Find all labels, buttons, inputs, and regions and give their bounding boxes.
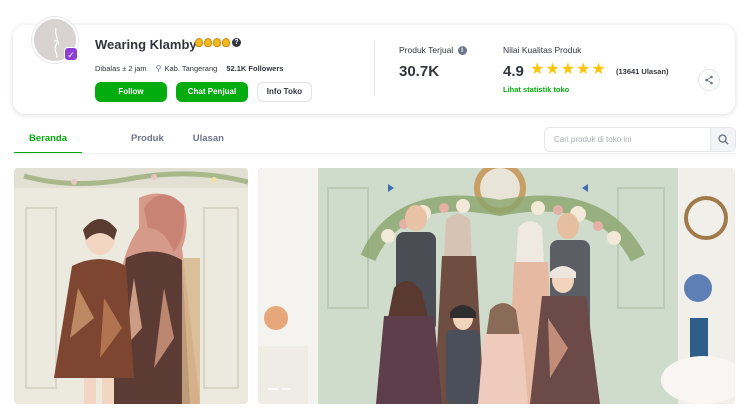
- shop-tabs: Beranda Produk Ulasan: [14, 125, 239, 154]
- products-sold-label: Produk Terjual i: [399, 45, 467, 56]
- follow-button[interactable]: Follow: [95, 82, 167, 102]
- banner-photo-family: [258, 168, 735, 404]
- share-icon: [705, 75, 713, 85]
- info-icon[interactable]: i: [457, 46, 467, 56]
- tab-ulasan[interactable]: Ulasan: [179, 125, 239, 154]
- search-icon: [717, 134, 729, 145]
- promo-banner-left[interactable]: [14, 168, 248, 404]
- star-icon: ★: [576, 61, 591, 78]
- review-count: (13641 Ulasan): [616, 67, 669, 76]
- shop-header-card: ✓ Wearing Klamby ? Dibalas ± 2 jam ⚲ Kab…: [13, 17, 735, 114]
- shop-meta: Dibalas ± 2 jam ⚲ Kab. Tangerang 52.1K F…: [95, 64, 283, 73]
- shop-search: [544, 127, 736, 152]
- shop-name: Wearing Klamby: [95, 37, 197, 52]
- star-icon: ★: [560, 61, 576, 78]
- search-input[interactable]: [545, 128, 711, 151]
- products-sold-label-text: Produk Terjual: [399, 45, 454, 55]
- chat-seller-button[interactable]: Chat Penjual: [176, 82, 248, 102]
- shop-location: Kab. Tangerang: [164, 64, 218, 73]
- search-button[interactable]: [710, 128, 735, 151]
- official-store-badge-icon: ✓: [64, 47, 78, 61]
- location-pin-icon: ⚲: [155, 64, 162, 73]
- response-time: Dibalas ± 2 jam: [95, 64, 147, 73]
- header-divider: [374, 41, 375, 96]
- medal-icon: [213, 38, 221, 47]
- star-icon: ★: [530, 61, 545, 78]
- carousel-dot-2[interactable]: [281, 388, 291, 390]
- rating-stars: ★ ★ ★ ★ ★: [530, 62, 606, 78]
- followers-count: 52.1K Followers: [226, 64, 284, 73]
- tab-beranda[interactable]: Beranda: [14, 125, 83, 154]
- star-icon: ★: [545, 61, 560, 78]
- medal-icon: [195, 38, 203, 47]
- help-icon[interactable]: ?: [232, 38, 241, 47]
- carousel-indicators: [268, 388, 291, 390]
- star-icon: ★: [591, 61, 606, 78]
- promo-banner-carousel[interactable]: [258, 168, 735, 404]
- tab-produk[interactable]: Produk: [82, 125, 179, 154]
- quality-label: Nilai Kualitas Produk: [503, 45, 582, 55]
- carousel-dot-1[interactable]: [268, 388, 278, 390]
- medal-icon: [222, 38, 230, 47]
- medal-icon: [204, 38, 212, 47]
- tabs-underline: [14, 153, 736, 154]
- shop-medals: [195, 38, 230, 47]
- products-sold-value: 30.7K: [399, 63, 440, 80]
- rating-value: 4.9: [503, 63, 524, 80]
- banner-photo-mother-daughter: [14, 168, 248, 404]
- shop-stats-link[interactable]: Lihat statistik toko: [503, 85, 569, 94]
- shop-info-button[interactable]: Info Toko: [257, 82, 312, 102]
- share-button[interactable]: [698, 69, 720, 91]
